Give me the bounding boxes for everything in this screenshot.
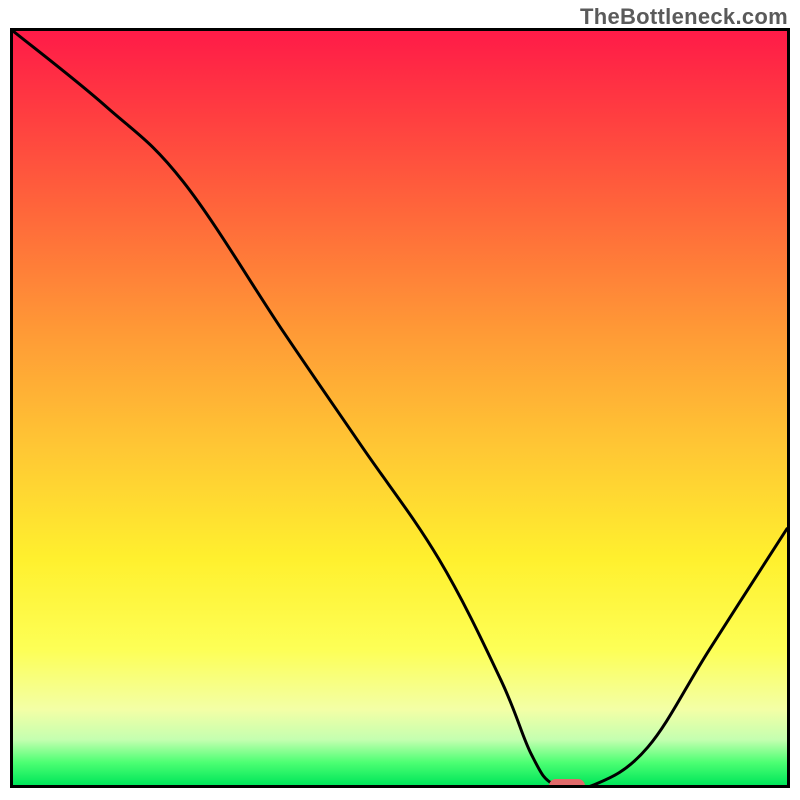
watermark-text: TheBottleneck.com — [580, 4, 788, 30]
curve-path — [13, 31, 787, 785]
chart-frame — [10, 28, 790, 788]
optimal-point-marker — [549, 779, 585, 788]
bottleneck-curve — [13, 31, 787, 785]
